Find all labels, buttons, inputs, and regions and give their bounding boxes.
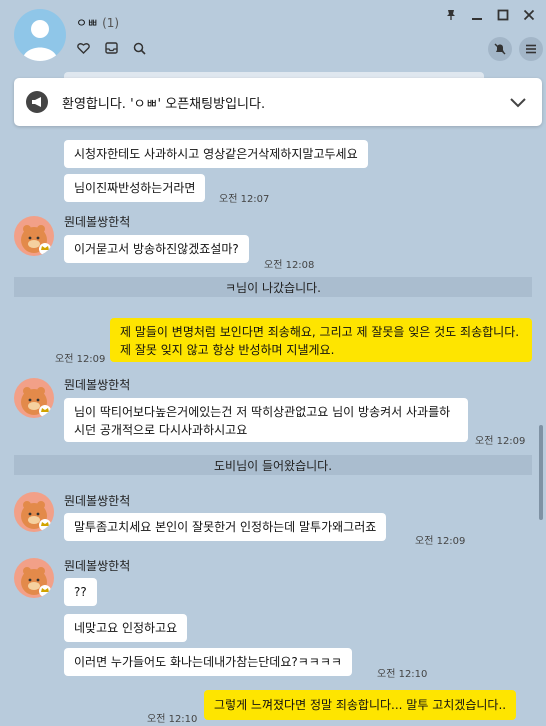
menu-button[interactable] — [519, 37, 543, 61]
close-icon[interactable] — [522, 8, 536, 22]
system-message: 도비님이 들어왔습니다. — [14, 455, 532, 475]
search-icon[interactable] — [131, 40, 147, 56]
my-message-bubble[interactable]: 제 말들이 변명처럼 보인다면 죄송해요, 그리고 제 잘못을 잊은 것도 죄송… — [110, 318, 532, 362]
my-message-bubble[interactable]: 그렇게 느껴졌다면 정말 죄송합니다... 말투 고치겠습니다.. — [204, 690, 517, 720]
message-time: 오전 12:07 — [219, 194, 270, 205]
message-bubble[interactable]: 님이 딱티어보다높은거에있는건 저 딱히상관없고요 님이 방송켜서 사과를하시던… — [64, 398, 468, 442]
message-bubble[interactable]: ?? — [64, 578, 97, 606]
avatar[interactable] — [14, 378, 54, 418]
sender-name: 뭔데볼쌍한척 — [64, 559, 131, 573]
sender-name: 뭔데볼쌍한척 — [64, 378, 131, 392]
avatar[interactable] — [14, 216, 54, 256]
message-time: 오전 12:10 — [147, 714, 198, 725]
inbox-icon[interactable] — [103, 40, 119, 56]
room-profile-image[interactable] — [14, 9, 66, 61]
message-bubble[interactable]: 님이진짜반성하는거라면 — [64, 174, 206, 202]
bell-off-icon — [494, 43, 506, 55]
minimize-icon[interactable] — [470, 8, 484, 22]
heart-icon[interactable] — [75, 40, 91, 56]
maximize-icon[interactable] — [496, 8, 510, 22]
sender-name: 뭔데볼쌍한척 — [64, 494, 131, 508]
message-bubble[interactable]: 이거묻고서 방송하진않겠죠설마? — [64, 235, 249, 263]
system-message: ㅋ님이 나갔습니다. — [14, 277, 532, 297]
message-bubble[interactable]: 이러면 누가들어도 화나는데내가참는단데요?ㅋㅋㅋㅋ — [64, 648, 352, 676]
message-time: 오전 12:09 — [415, 536, 466, 547]
message-time: 오전 12:10 — [377, 669, 428, 680]
message-bubble[interactable]: 말투좀고치세요 본인이 잘못한거 인정하는데 말투가왜그러죠 — [64, 513, 387, 541]
avatar[interactable] — [14, 492, 54, 532]
member-count: (1) — [102, 16, 120, 30]
avatar[interactable] — [14, 558, 54, 598]
notice-text: 환영합니다. 'ㅇㅃ' 오픈채팅방입니다. — [62, 97, 266, 112]
scrollbar[interactable] — [539, 425, 543, 520]
chevron-down-icon[interactable] — [508, 92, 528, 112]
message-time: 오전 12:08 — [264, 260, 315, 271]
pin-icon[interactable] — [444, 8, 458, 22]
notice-banner[interactable]: 환영합니다. 'ㅇㅃ' 오픈채팅방입니다. — [14, 78, 542, 126]
chat-area[interactable]: 시청자한테도 사과하시고 영상같은거삭제하지말고두세요 님이진짜반성하는거라면 … — [0, 70, 546, 726]
megaphone-icon — [26, 91, 48, 113]
hamburger-menu-icon — [526, 44, 536, 54]
message-time: 오전 12:09 — [55, 354, 106, 365]
mute-notification-button[interactable] — [488, 37, 512, 61]
message-bubble[interactable]: 네맞고요 인정하고요 — [64, 614, 188, 642]
sender-name: 뭔데볼쌍한척 — [64, 215, 131, 229]
message-bubble[interactable]: 시청자한테도 사과하시고 영상같은거삭제하지말고두세요 — [64, 140, 368, 168]
room-title: ㅇㅃ (1) — [76, 14, 119, 31]
message-time: 오전 12:09 — [475, 436, 526, 447]
chat-header: ㅇㅃ (1) — [0, 0, 546, 70]
room-name: ㅇㅃ — [76, 16, 99, 30]
